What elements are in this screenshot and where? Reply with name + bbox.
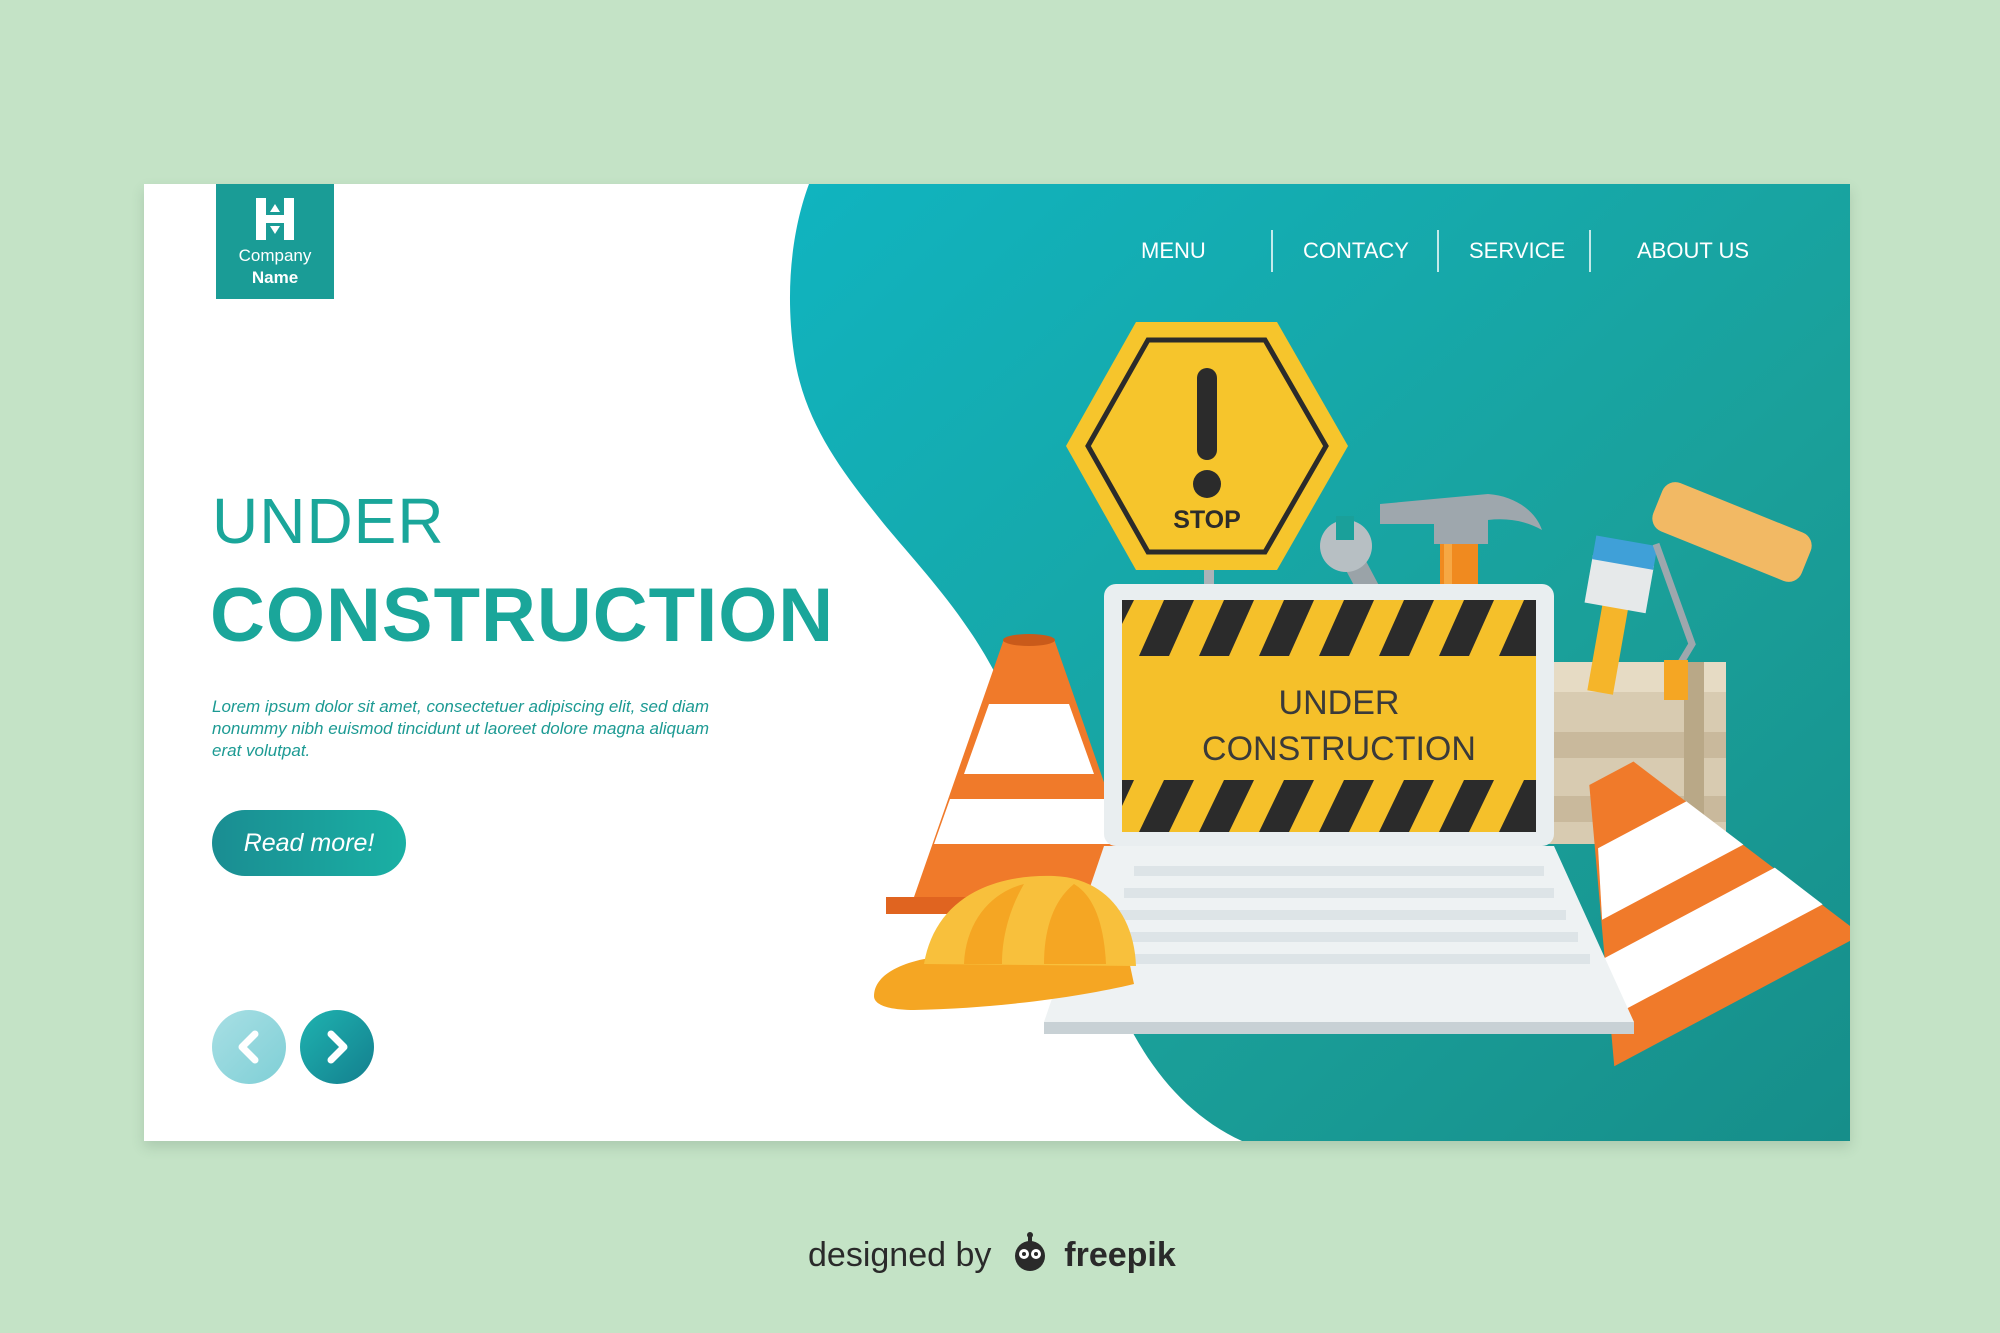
freepik-credit: designed by freepik	[808, 1232, 1176, 1278]
hard-hat-icon	[874, 875, 1136, 1010]
stop-sign: STOP	[1066, 322, 1348, 570]
credit-brand: freepik	[1064, 1236, 1176, 1274]
laptop-screen-line1: UNDER	[1279, 684, 1400, 722]
credit-prefix: designed by	[808, 1236, 992, 1274]
laptop-screen-line2: CONSTRUCTION	[1202, 730, 1476, 768]
landing-card: Company Name MENU CONTACY SERVICE ABOUT …	[144, 184, 1850, 1141]
stop-sign-label: STOP	[1173, 506, 1241, 534]
construction-illustration: STOP UNDER CONSTRUCTION	[874, 322, 1850, 1067]
freepik-mascot-icon	[1014, 1232, 1045, 1271]
paint-roller-icon	[1652, 482, 1812, 700]
exclamation-icon	[1197, 368, 1217, 460]
laptop: UNDER CONSTRUCTION	[1044, 584, 1634, 1034]
